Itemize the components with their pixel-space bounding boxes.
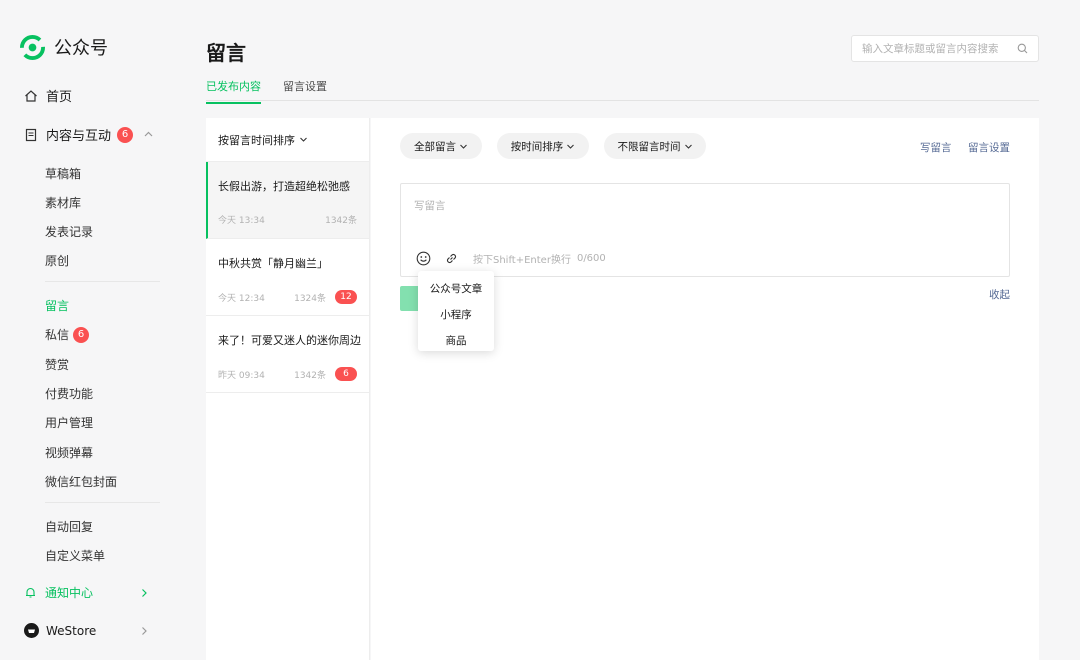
article-title: 来了！可爱又迷人的迷你周边: [218, 334, 361, 347]
comment-editor: 按下Shift+Enter换行 0/600: [400, 183, 1010, 277]
sidebar-item-label: 私信: [45, 328, 70, 342]
collapse-link[interactable]: 收起: [989, 287, 1010, 302]
article-time: 今天 13:34: [218, 216, 265, 226]
content-badge: 6: [117, 126, 134, 143]
sidebar-item-paid[interactable]: 付费功能: [45, 385, 93, 402]
comment-input[interactable]: [414, 196, 994, 216]
sidebar-item-label: 通知中心: [45, 586, 94, 600]
sidebar-item-label: 自定义菜单: [45, 549, 106, 563]
wechat-mp-logo-icon: [20, 34, 45, 60]
sidebar-item-label: 草稿箱: [45, 167, 82, 181]
search-box[interactable]: [851, 35, 1039, 62]
sidebar-item-content[interactable]: 内容与互动 6: [24, 125, 154, 144]
article-title: 长假出游，打造超绝松弛感: [218, 180, 350, 193]
westore-icon: [24, 623, 39, 638]
messages-badge: 6: [73, 326, 90, 343]
filter-label: 按时间排序: [510, 140, 564, 153]
article-list-panel: 按留言时间排序 长假出游，打造超绝松弛感 今天 13:34 1342条 中秋共赏…: [206, 118, 370, 660]
sidebar-item-home[interactable]: 首页: [24, 86, 72, 105]
sidebar-item-label: 赞赏: [45, 358, 70, 372]
sidebar-item-label: 自动回复: [45, 520, 94, 534]
filter-sort-time[interactable]: 按时间排序: [497, 133, 589, 159]
filter-label: 全部留言: [414, 140, 456, 153]
comment-panel: 全部留言 按时间排序 不限留言时间 写留言 留言设置 写留言 按下Shift+E…: [371, 118, 1039, 660]
sidebar-item-comments[interactable]: 留言: [45, 297, 69, 314]
article-item[interactable]: 中秋共赏「静月幽兰」 今天 12:34 1324条 12: [206, 239, 369, 316]
link-button[interactable]: [443, 250, 459, 266]
sidebar-divider: [45, 502, 160, 503]
sidebar-item-label: 付费功能: [45, 387, 94, 401]
sidebar-item-materials[interactable]: 素材库: [45, 194, 81, 211]
sidebar-item-label: 用户管理: [45, 416, 94, 430]
app-name: 公众号: [54, 38, 108, 59]
char-counter: 0/600: [576, 252, 606, 264]
article-comment-count: 1342条: [294, 370, 326, 381]
newline-hint: 按下Shift+Enter换行: [473, 254, 571, 266]
chevron-up-icon[interactable]: [143, 129, 154, 140]
chevron-down-icon: [684, 144, 692, 149]
sidebar-item-reward[interactable]: 赞赏: [45, 356, 69, 373]
article-comment-count: 1342条: [325, 216, 357, 226]
unread-badge: 12: [335, 290, 357, 304]
filter-time-range[interactable]: 不限留言时间: [604, 133, 706, 159]
sidebar-item-drafts[interactable]: 草稿箱: [45, 165, 81, 182]
search-input[interactable]: [862, 42, 1010, 55]
sidebar-item-original[interactable]: 原创: [45, 252, 69, 269]
sort-label: 按留言时间排序: [218, 133, 295, 147]
emoji-button[interactable]: [415, 250, 431, 266]
sidebar-item-label: WeStore: [46, 623, 97, 638]
link-icon: [446, 253, 456, 263]
sidebar-item-label: 首页: [46, 90, 73, 105]
popover-item-article[interactable]: 公众号文章: [418, 275, 494, 301]
sidebar-item-auto-reply[interactable]: 自动回复: [45, 518, 93, 535]
search-icon[interactable]: [1017, 43, 1028, 54]
sidebar-item-publish-records[interactable]: 发表记录: [45, 223, 93, 240]
article-item[interactable]: 长假出游，打造超绝松弛感 今天 13:34 1342条: [206, 162, 369, 239]
home-icon: [25, 89, 37, 102]
chevron-down-icon: [460, 144, 467, 149]
write-comment-link[interactable]: 写留言: [920, 140, 952, 155]
popover-item-mini-program[interactable]: 小程序: [418, 301, 494, 327]
filter-label: 不限留言时间: [617, 140, 681, 153]
unread-badge: 6: [335, 367, 357, 381]
sidebar-item-label: 发表记录: [45, 225, 94, 239]
sidebar: 公众号 首页 内容与互动 6 草稿箱 素材库 发表记录 原创 留言 私信 6 赞…: [0, 0, 180, 660]
article-item[interactable]: 来了！可爱又迷人的迷你周边 昨天 09:34 1342条 6: [206, 316, 369, 393]
sidebar-item-users[interactable]: 用户管理: [45, 414, 93, 431]
sort-dropdown[interactable]: 按留言时间排序: [206, 118, 369, 162]
chevron-down-icon: [300, 137, 307, 142]
article-comment-count: 1324条: [294, 293, 326, 304]
tab-divider: [206, 100, 1039, 101]
filter-all-comments[interactable]: 全部留言: [400, 133, 482, 159]
page-title: 留言: [206, 41, 246, 65]
app-logo[interactable]: 公众号: [20, 34, 108, 60]
sidebar-item-red-packet[interactable]: 微信红包封面: [45, 473, 117, 490]
document-icon: [25, 128, 37, 141]
bell-icon: [26, 587, 35, 598]
sidebar-item-danmaku[interactable]: 视频弹幕: [45, 444, 93, 461]
emoji-icon: [416, 251, 430, 265]
sidebar-item-westore[interactable]: WeStore: [24, 623, 149, 638]
sidebar-item-label: 视频弹幕: [45, 446, 94, 460]
chevron-right-icon: [142, 588, 147, 597]
article-title: 中秋共赏「静月幽兰」: [218, 257, 328, 270]
link-type-popover: 公众号文章 小程序 商品: [418, 271, 494, 351]
chevron-right-icon: [142, 626, 147, 635]
sidebar-item-label: 微信红包封面: [45, 475, 118, 489]
article-time: 昨天 09:34: [218, 370, 265, 381]
article-time: 今天 12:34: [218, 293, 265, 304]
sidebar-divider: [45, 281, 160, 282]
sidebar-item-label: 素材库: [45, 196, 82, 210]
sidebar-item-notice-center[interactable]: 通知中心: [24, 584, 149, 601]
sidebar-item-label: 留言: [45, 299, 70, 313]
popover-item-product[interactable]: 商品: [418, 327, 494, 353]
sidebar-item-custom-menu[interactable]: 自定义菜单: [45, 547, 105, 564]
editor-toolbar: 按下Shift+Enter换行 0/600: [415, 250, 606, 266]
comment-settings-link[interactable]: 留言设置: [968, 140, 1010, 155]
chevron-down-icon: [567, 144, 575, 149]
sidebar-item-messages[interactable]: 私信 6: [45, 326, 90, 343]
sidebar-item-label: 内容与互动: [46, 129, 112, 144]
sidebar-item-label: 原创: [45, 254, 70, 268]
